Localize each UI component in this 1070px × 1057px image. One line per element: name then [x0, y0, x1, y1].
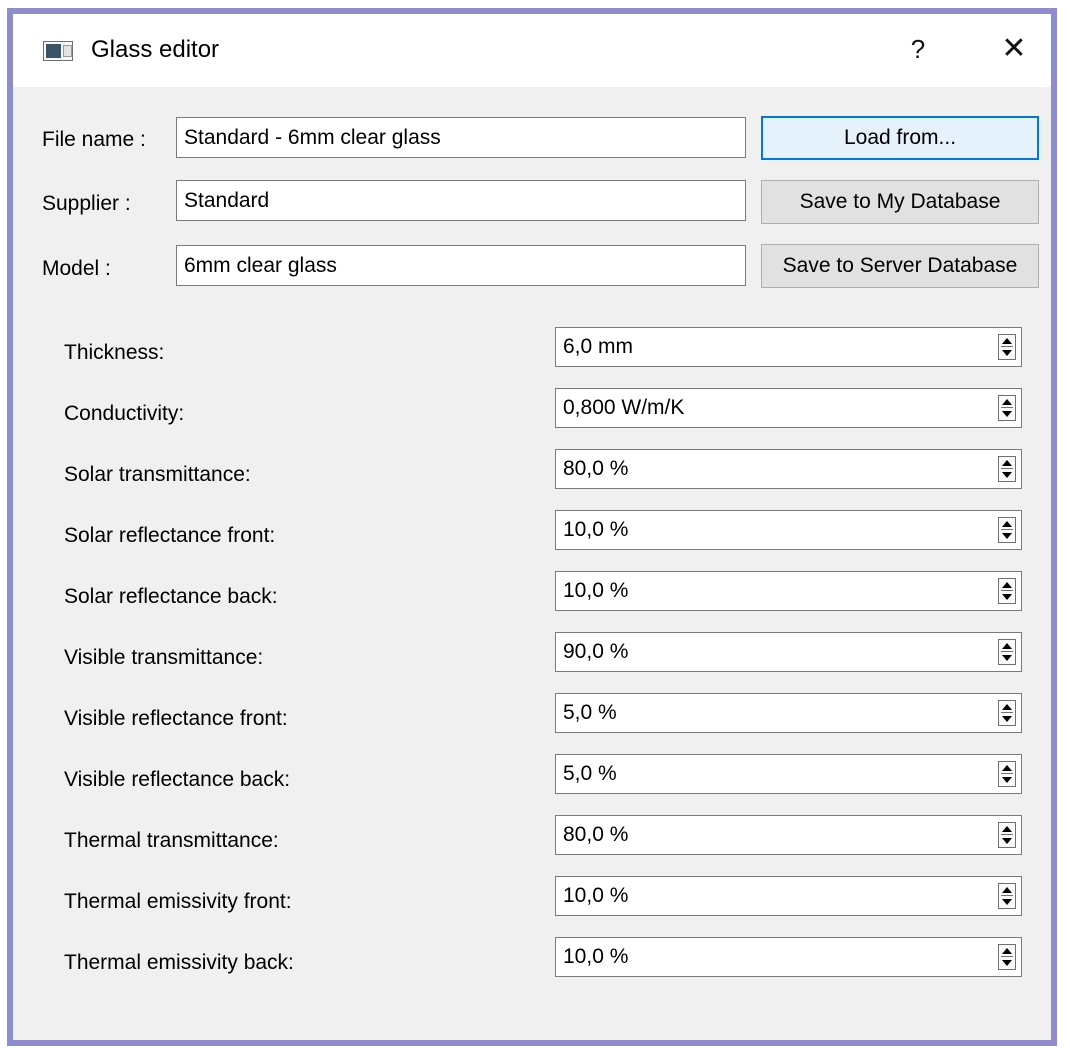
visible-reflectance-front-label: Visible reflectance front: [64, 707, 288, 730]
supplier-label: Supplier : [42, 192, 131, 215]
file-name-label: File name : [42, 128, 146, 151]
model-label: Model : [42, 257, 111, 280]
solar-transmittance-label: Solar transmittance: [64, 463, 251, 486]
title-bar: Glass editor ? ✕ [13, 14, 1051, 87]
visible-transmittance-spinbox[interactable]: 90,0 % [555, 632, 1022, 672]
up-down-arrows-icon[interactable] [998, 883, 1016, 909]
up-down-arrows-icon[interactable] [998, 395, 1016, 421]
thermal-emissivity-back-spinbox[interactable]: 10,0 % [555, 937, 1022, 977]
solar-reflectance-front-label: Solar reflectance front: [64, 524, 276, 547]
model-field[interactable]: 6mm clear glass [176, 245, 746, 286]
conductivity-label: Conductivity: [64, 402, 185, 425]
help-button[interactable]: ? [903, 31, 933, 67]
conductivity-value[interactable]: 0,800 W/m/K [563, 389, 684, 427]
thermal-emissivity-front-value[interactable]: 10,0 % [563, 877, 628, 915]
conductivity-spinbox[interactable]: 0,800 W/m/K [555, 388, 1022, 428]
solar-reflectance-front-spinbox[interactable]: 10,0 % [555, 510, 1022, 550]
thermal-emissivity-back-value[interactable]: 10,0 % [563, 938, 628, 976]
thermal-transmittance-spinbox[interactable]: 80,0 % [555, 815, 1022, 855]
thickness-value[interactable]: 6,0 mm [563, 328, 633, 366]
thermal-emissivity-front-label: Thermal emissivity front: [64, 890, 292, 913]
glass-editor-dialog: Glass editor ? ✕ File name : Standard - … [7, 8, 1057, 1046]
thermal-emissivity-front-spinbox[interactable]: 10,0 % [555, 876, 1022, 916]
visible-reflectance-back-spinbox[interactable]: 5,0 % [555, 754, 1022, 794]
solar-reflectance-back-spinbox[interactable]: 10,0 % [555, 571, 1022, 611]
file-name-field[interactable]: Standard - 6mm clear glass [176, 117, 746, 158]
solar-reflectance-front-value[interactable]: 10,0 % [563, 511, 628, 549]
save-to-my-database-button[interactable]: Save to My Database [761, 180, 1039, 224]
solar-transmittance-spinbox[interactable]: 80,0 % [555, 449, 1022, 489]
up-down-arrows-icon[interactable] [998, 761, 1016, 787]
up-down-arrows-icon[interactable] [998, 822, 1016, 848]
supplier-field[interactable]: Standard [176, 180, 746, 221]
visible-reflectance-back-label: Visible reflectance back: [64, 768, 291, 791]
solar-transmittance-value[interactable]: 80,0 % [563, 450, 628, 488]
save-to-server-database-button[interactable]: Save to Server Database [761, 244, 1039, 288]
visible-reflectance-back-value[interactable]: 5,0 % [563, 755, 617, 793]
thickness-label: Thickness: [64, 341, 165, 364]
load-from-button[interactable]: Load from... [761, 116, 1039, 160]
close-button[interactable]: ✕ [996, 31, 1032, 67]
up-down-arrows-icon[interactable] [998, 639, 1016, 665]
visible-transmittance-label: Visible transmittance: [64, 646, 264, 669]
visible-reflectance-front-value[interactable]: 5,0 % [563, 694, 617, 732]
thickness-spinbox[interactable]: 6,0 mm [555, 327, 1022, 367]
glass-window-icon [43, 41, 73, 61]
solar-reflectance-back-label: Solar reflectance back: [64, 585, 278, 608]
visible-reflectance-front-spinbox[interactable]: 5,0 % [555, 693, 1022, 733]
window-title: Glass editor [91, 36, 220, 63]
up-down-arrows-icon[interactable] [998, 944, 1016, 970]
thermal-transmittance-label: Thermal transmittance: [64, 829, 279, 852]
up-down-arrows-icon[interactable] [998, 334, 1016, 360]
thermal-transmittance-value[interactable]: 80,0 % [563, 816, 628, 854]
up-down-arrows-icon[interactable] [998, 578, 1016, 604]
thermal-emissivity-back-label: Thermal emissivity back: [64, 951, 294, 974]
up-down-arrows-icon[interactable] [998, 456, 1016, 482]
visible-transmittance-value[interactable]: 90,0 % [563, 633, 628, 671]
up-down-arrows-icon[interactable] [998, 517, 1016, 543]
up-down-arrows-icon[interactable] [998, 700, 1016, 726]
solar-reflectance-back-value[interactable]: 10,0 % [563, 572, 628, 610]
